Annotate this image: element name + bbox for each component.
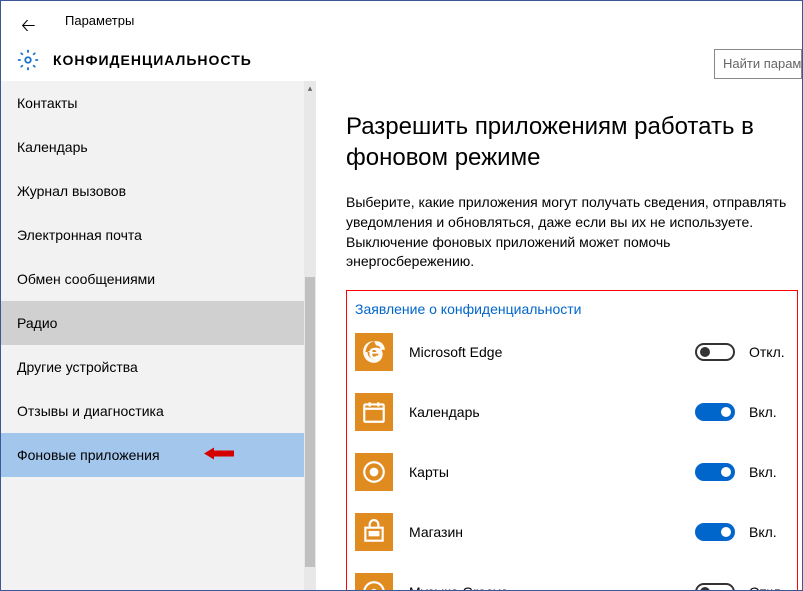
breadcrumb: Параметры bbox=[65, 13, 134, 28]
toggle-status: Вкл. bbox=[749, 464, 789, 480]
scroll-up-icon[interactable]: ▴ bbox=[304, 81, 316, 95]
sidebar-item-label: Другие устройства bbox=[17, 359, 138, 375]
app-toggle[interactable] bbox=[695, 463, 735, 481]
sidebar-item-label: Электронная почта bbox=[17, 227, 142, 243]
music-icon bbox=[355, 573, 393, 590]
app-row-2: Карты Вкл. bbox=[355, 453, 789, 491]
sidebar-item-5[interactable]: Радио bbox=[1, 301, 316, 345]
app-toggle[interactable] bbox=[695, 523, 735, 541]
toggle-status: Откл. bbox=[749, 584, 789, 590]
sidebar-item-7[interactable]: Отзывы и диагностика bbox=[1, 389, 316, 433]
sidebar-item-3[interactable]: Электронная почта bbox=[1, 213, 316, 257]
main-content: Разрешить приложениям работать в фоновом… bbox=[316, 81, 802, 590]
app-name: Календарь bbox=[409, 404, 695, 420]
sidebar-item-1[interactable]: Календарь bbox=[1, 125, 316, 169]
sidebar-item-label: Радио bbox=[17, 315, 57, 331]
sidebar-item-0[interactable]: Контакты bbox=[1, 81, 316, 125]
maps-icon bbox=[355, 453, 393, 491]
sidebar-item-label: Контакты bbox=[17, 95, 77, 111]
toggle-status: Вкл. bbox=[749, 404, 789, 420]
arrow-marker-icon bbox=[204, 447, 236, 464]
sidebar-item-6[interactable]: Другие устройства bbox=[1, 345, 316, 389]
store-icon bbox=[355, 513, 393, 551]
gear-icon bbox=[17, 49, 39, 71]
privacy-statement-link[interactable]: Заявление о конфиденциальности bbox=[355, 301, 581, 317]
sidebar-scrollbar[interactable]: ▴ bbox=[304, 81, 316, 590]
sidebar-item-2[interactable]: Журнал вызовов bbox=[1, 169, 316, 213]
sidebar-item-label: Фоновые приложения bbox=[17, 447, 160, 463]
edge-icon: e bbox=[355, 333, 393, 371]
page-title: КОНФИДЕНЦИАЛЬНОСТЬ bbox=[53, 52, 252, 68]
svg-text:e: e bbox=[369, 341, 380, 363]
sidebar-item-label: Обмен сообщениями bbox=[17, 271, 155, 287]
sidebar-item-label: Журнал вызовов bbox=[17, 183, 126, 199]
app-row-0: e Microsoft Edge Откл. bbox=[355, 333, 789, 371]
search-input[interactable]: Найти парам bbox=[714, 49, 802, 79]
app-row-1: Календарь Вкл. bbox=[355, 393, 789, 431]
main-heading: Разрешить приложениям работать в фоновом… bbox=[346, 111, 802, 173]
app-toggle[interactable] bbox=[695, 583, 735, 590]
sidebar-item-label: Отзывы и диагностика bbox=[17, 403, 164, 419]
app-toggle[interactable] bbox=[695, 343, 735, 361]
sidebar-item-8[interactable]: Фоновые приложения bbox=[1, 433, 316, 477]
app-name: Музыка Groove bbox=[409, 584, 695, 590]
app-row-4: Музыка Groove Откл. bbox=[355, 573, 789, 590]
app-toggle[interactable] bbox=[695, 403, 735, 421]
scrollbar-thumb[interactable] bbox=[305, 277, 315, 567]
app-name: Карты bbox=[409, 464, 695, 480]
toggle-status: Откл. bbox=[749, 344, 789, 360]
sidebar: Контакты Календарь Журнал вызовов Электронн… bbox=[1, 81, 316, 590]
calendar-icon bbox=[355, 393, 393, 431]
highlight-box: Заявление о конфиденциальности e Microsof… bbox=[346, 290, 798, 590]
main-description: Выберите, какие приложения могут получат… bbox=[346, 193, 802, 271]
app-name: Microsoft Edge bbox=[409, 344, 695, 360]
toggle-status: Вкл. bbox=[749, 524, 789, 540]
back-button[interactable]: 🡠 bbox=[21, 9, 44, 47]
sidebar-item-label: Календарь bbox=[17, 139, 88, 155]
app-name: Магазин bbox=[409, 524, 695, 540]
app-row-3: Магазин Вкл. bbox=[355, 513, 789, 551]
sidebar-item-4[interactable]: Обмен сообщениями bbox=[1, 257, 316, 301]
